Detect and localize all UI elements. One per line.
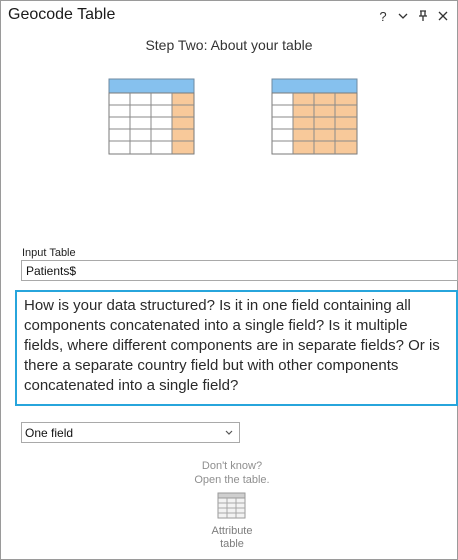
- step-title: Step Two: About your table: [145, 37, 313, 53]
- attribute-table-icon: [217, 492, 246, 519]
- dropdown-selected-value: One field: [25, 426, 74, 440]
- input-table-field[interactable]: Patients$: [21, 260, 458, 281]
- titlebar-controls: ?: [375, 7, 451, 25]
- close-icon: [438, 11, 448, 21]
- data-structure-help-panel: How is your data structured? Is it in on…: [15, 290, 458, 406]
- attribute-table-button[interactable]: Attribute table: [197, 490, 267, 554]
- attribute-table-label-line2: table: [220, 538, 244, 550]
- close-button[interactable]: [435, 7, 451, 25]
- pane-title: Geocode Table: [8, 6, 116, 23]
- attribute-table-label: Attribute table: [197, 525, 267, 551]
- input-table-value: Patients$: [26, 264, 77, 278]
- options-menu-button[interactable]: [395, 7, 411, 25]
- chevron-down-icon: [225, 430, 233, 435]
- pin-icon: [419, 10, 427, 21]
- geocode-table-pane: Geocode Table ? Step Two: About your tab…: [0, 0, 458, 560]
- chevron-down-icon: [398, 13, 408, 19]
- pane-titlebar: Geocode Table ?: [1, 1, 457, 31]
- multiple-fields-table-icon[interactable]: [271, 78, 359, 156]
- data-structure-dropdown[interactable]: One field: [21, 422, 240, 443]
- dont-know-line1: Don't know?: [201, 460, 263, 472]
- attribute-table-label-line1: Attribute: [211, 525, 253, 537]
- auto-hide-button[interactable]: [415, 7, 431, 25]
- input-table-label: Input Table: [22, 247, 76, 259]
- help-button[interactable]: ?: [375, 7, 391, 25]
- dont-know-hint: Don't know? Open the table.: [151, 459, 313, 487]
- dont-know-line2: Open the table.: [194, 474, 270, 486]
- single-field-table-icon[interactable]: [108, 78, 196, 156]
- help-text: How is your data structured? Is it in on…: [24, 297, 440, 394]
